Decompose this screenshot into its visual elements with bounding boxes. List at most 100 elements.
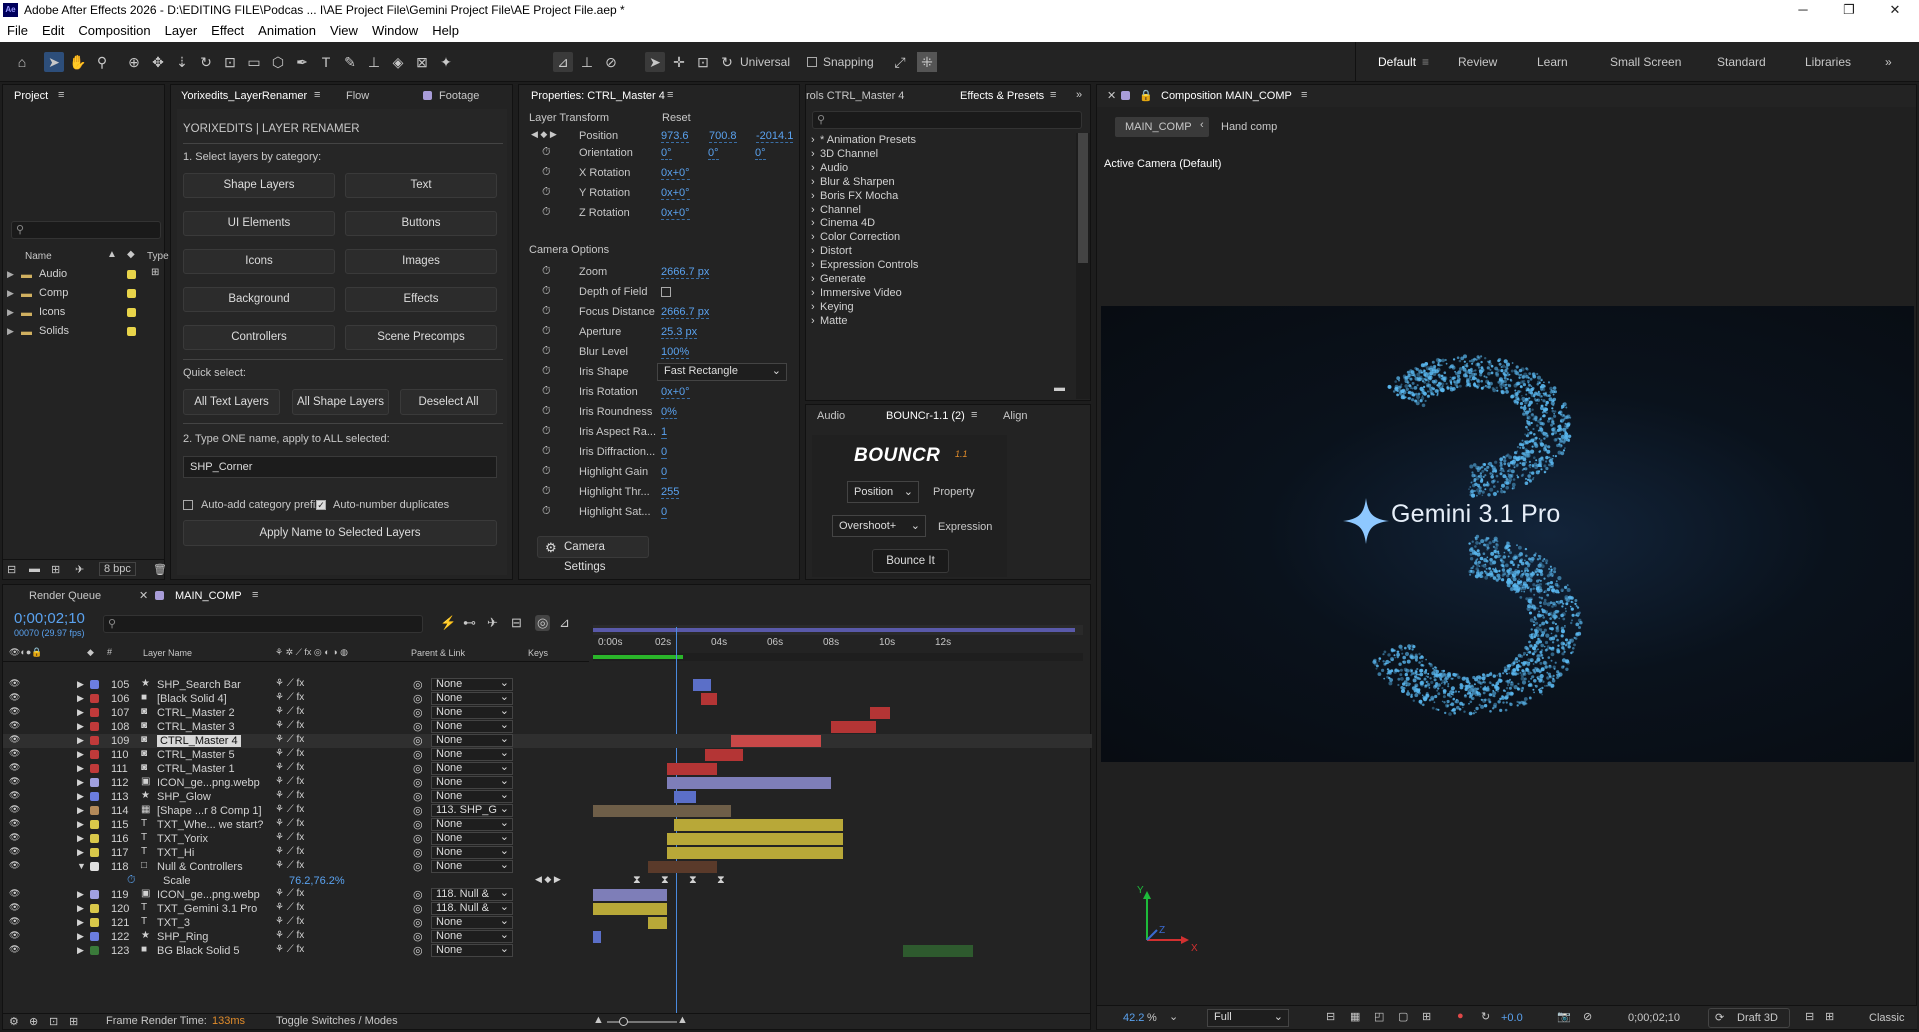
zoom-out-icon[interactable]: ▲	[593, 1014, 604, 1026]
show-snapshot-icon[interactable]: ⊘	[1583, 1010, 1592, 1023]
workspace-standard[interactable]: Standard	[1717, 55, 1766, 69]
layer-name[interactable]: [Shape ...r 8 Comp 1]	[157, 805, 262, 817]
blur-level-value[interactable]: 100%	[661, 346, 690, 359]
modes-icon[interactable]: ⊡	[49, 1015, 58, 1028]
layer-duration-bar[interactable]	[731, 735, 821, 747]
layer-duration-bar[interactable]	[593, 931, 601, 943]
pick-whip-icon[interactable]: ◎	[413, 762, 423, 775]
panel-menu-icon[interactable]: ≡	[1050, 89, 1056, 101]
parent-dropdown[interactable]: None ⌄	[431, 860, 513, 873]
layer-label-color[interactable]	[90, 932, 99, 941]
snapping-checkbox[interactable]	[807, 57, 817, 67]
work-area-bar[interactable]	[593, 625, 1083, 635]
reset-exposure-icon[interactable]: ↻	[1481, 1010, 1490, 1023]
keyframe-nav-icon[interactable]: ◀ ◆ ▶	[535, 874, 561, 885]
effect-category-item[interactable]: › Color Correction	[806, 230, 1072, 244]
project-panel-title[interactable]: Project	[14, 90, 48, 102]
layer-label-color[interactable]	[90, 708, 99, 717]
visibility-icon[interactable]: 👁	[9, 706, 20, 717]
layer-switches[interactable]: ⚘ ⟋ fx	[275, 916, 304, 927]
timeline-layer-row[interactable]: 👁 ▶ 109 ◙ CTRL_Master 4 ⚘ ⟋ fx ◎ None ⌄	[3, 734, 1092, 748]
expand-layer-icon[interactable]: ▶	[77, 777, 84, 788]
effects-scrollbar[interactable]	[1076, 133, 1090, 399]
all-text-layers-button[interactable]: All Text Layers	[183, 389, 280, 415]
expand-layer-icon[interactable]: ▶	[77, 903, 84, 914]
flow-icon[interactable]: ⊞	[69, 1015, 78, 1028]
apply-name-button[interactable]: Apply Name to Selected Layers	[183, 520, 497, 546]
layer-name[interactable]: TXT_Whe... we start?	[157, 819, 263, 831]
timeline-layer-row[interactable]: 👁 ▶ 111 ◙ CTRL_Master 1 ⚘ ⟋ fx ◎ None ⌄	[3, 762, 1092, 776]
guides-icon[interactable]: ⊞	[1422, 1010, 1431, 1023]
expand-layer-icon[interactable]: ▶	[77, 791, 84, 802]
tab-effect-controls[interactable]: rols CTRL_Master 4	[806, 90, 904, 102]
buttons-button[interactable]: Buttons	[345, 211, 497, 236]
visibility-icon[interactable]: 👁	[9, 930, 20, 941]
stopwatch-icon[interactable]: ⏱	[542, 265, 551, 278]
highlight-threshold-value[interactable]: 255	[661, 486, 680, 499]
visibility-icon[interactable]: 👁	[9, 678, 20, 689]
pick-whip-icon[interactable]: ◎	[413, 902, 423, 915]
layer-duration-bar[interactable]	[593, 889, 667, 901]
layer-duration-bar[interactable]	[667, 833, 843, 845]
bounce-it-button[interactable]: Bounce It	[872, 549, 949, 573]
camera-frame-icon[interactable]: ⊡	[693, 52, 713, 72]
stopwatch-icon[interactable]: ⏱	[542, 505, 551, 518]
close-icon[interactable]: ✕	[1872, 0, 1918, 20]
stopwatch-icon[interactable]: ⏱	[542, 206, 551, 219]
graph-editor-icon[interactable]: ◎	[535, 615, 551, 631]
bit-depth-button[interactable]: 8 bpc	[99, 562, 136, 576]
parent-dropdown[interactable]: None ⌄	[431, 832, 513, 845]
pick-whip-icon[interactable]: ◎	[413, 790, 423, 803]
timeline-layer-row[interactable]: 👁 ▶ 123 ■ BG Black Solid 5 ⚘ ⟋ fx ◎ None ⌄	[3, 944, 1092, 958]
timeline-search-input[interactable]: ⚲	[103, 615, 423, 633]
effect-category-item[interactable]: › Distort	[806, 244, 1072, 258]
layer-label-color[interactable]	[90, 736, 99, 745]
layer-switches[interactable]: ⚘ ⟋ fx	[275, 762, 304, 773]
effect-category-item[interactable]: › Boris FX Mocha	[806, 189, 1072, 203]
orbit-tool-icon[interactable]: ⊕	[124, 52, 144, 72]
effect-category-item[interactable]: › Expression Controls	[806, 258, 1072, 272]
panel-menu-icon[interactable]: ≡	[971, 409, 977, 421]
expand-panel-icon[interactable]: »	[1076, 89, 1082, 101]
iris-aspect-ratio-value[interactable]: 1	[661, 426, 668, 439]
scale-property-row[interactable]: ⏱ Scale 76.2,76.2% ◀ ◆ ▶ ⧗ ⧗ ⧗ ⧗	[3, 874, 1092, 888]
classic-label[interactable]: Classic	[1869, 1012, 1904, 1024]
close-tab-icon[interactable]: ✕	[139, 589, 148, 602]
layer-name-input[interactable]: SHP_Corner	[183, 456, 497, 478]
parent-dropdown[interactable]: None ⌄	[431, 846, 513, 859]
deselect-all-button[interactable]: Deselect All	[400, 389, 497, 415]
layer-label-color[interactable]	[90, 848, 99, 857]
visibility-icon[interactable]: 👁	[9, 888, 20, 899]
position-x-value[interactable]: 973.6	[661, 130, 689, 143]
workspace-small-screen[interactable]: Small Screen	[1610, 55, 1681, 69]
timeline-layer-row[interactable]: 👁 ▶ 107 ◙ CTRL_Master 2 ⚘ ⟋ fx ◎ None ⌄	[3, 706, 1092, 720]
more-workspaces-icon[interactable]: »	[1885, 55, 1892, 69]
scale-value[interactable]: 76.2,76.2%	[289, 875, 345, 887]
workspace-libraries[interactable]: Libraries	[1805, 55, 1851, 69]
expand-layer-icon[interactable]: ▶	[77, 889, 84, 900]
parent-dropdown[interactable]: None ⌄	[431, 748, 513, 761]
pick-whip-icon[interactable]: ◎	[413, 846, 423, 859]
pick-whip-icon[interactable]: ◎	[413, 818, 423, 831]
panel-menu-icon[interactable]: ≡	[314, 89, 320, 101]
renderer-button[interactable]: ⟳ Draft 3D	[1708, 1008, 1790, 1028]
depth-of-field-checkbox[interactable]	[661, 287, 671, 297]
timeline-layer-row[interactable]: 👁 ▶ 119 ▣ ICON_ge...png.webp ⚘ ⟋ fx ◎ 118. Null…	[3, 888, 1092, 902]
menu-window[interactable]: Window	[365, 20, 425, 38]
parent-dropdown[interactable]: 113. SHP_G ⌄	[431, 804, 513, 817]
background-button[interactable]: Background	[183, 287, 335, 312]
rectangle-tool-icon[interactable]: ▭	[244, 52, 264, 72]
views-icon[interactable]: ⊞	[1825, 1010, 1834, 1023]
parent-dropdown[interactable]: 118. Null & ⌄	[431, 902, 513, 915]
highlight-saturation-value[interactable]: 0	[661, 506, 668, 519]
camera-orbit-icon[interactable]: ↻	[717, 52, 737, 72]
stopwatch-icon[interactable]: ⏱	[542, 465, 551, 478]
timeline-layer-row[interactable]: 👁 ▶ 106 ■ [Black Solid 4] ⚘ ⟋ fx ◎ None ⌄	[3, 692, 1092, 706]
iris-shape-dropdown[interactable]: Fast Rectangle ⌄	[657, 363, 787, 381]
z-rotation-value[interactable]: 0x+0°	[661, 207, 690, 220]
pick-whip-icon[interactable]: ◎	[413, 832, 423, 845]
universal-label[interactable]: Universal	[740, 55, 790, 69]
tab-audio[interactable]: Audio	[817, 410, 845, 422]
ui-elements-button[interactable]: UI Elements	[183, 211, 335, 236]
expand-layer-icon[interactable]: ▶	[77, 819, 84, 830]
